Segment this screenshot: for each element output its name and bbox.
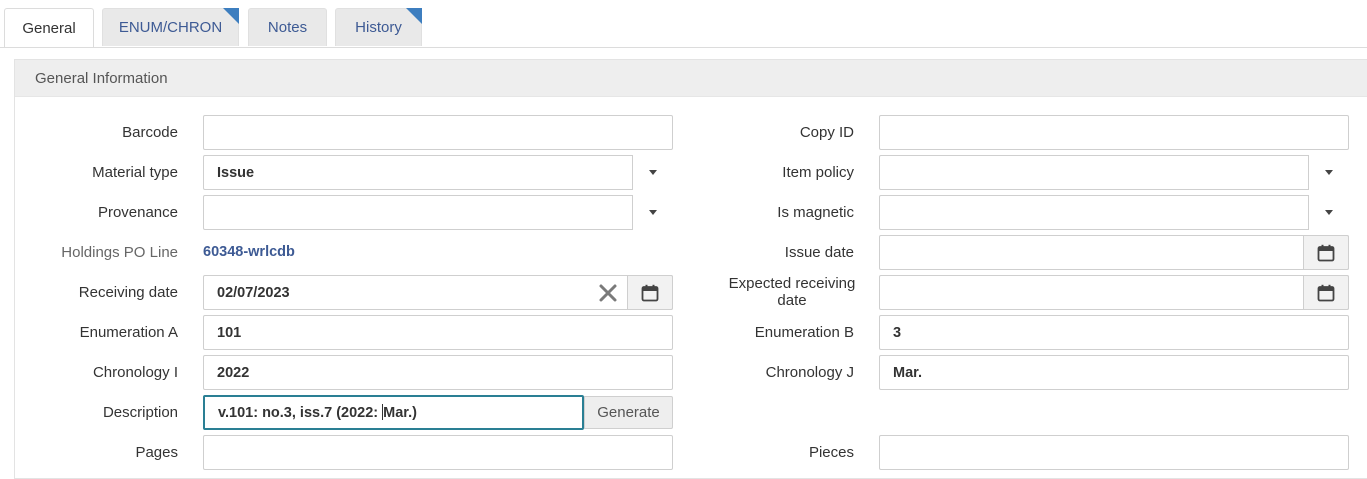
chronology-j-value: Mar.	[893, 364, 923, 381]
description-value: v.101: no.3, iss.7 (2022: Mar.)	[218, 403, 582, 422]
chronology-j-field[interactable]: Mar.	[879, 355, 1349, 390]
enumeration-b-label: Enumeration B	[754, 324, 854, 341]
item-policy-select[interactable]	[879, 155, 1349, 190]
enumeration-b-value: 3	[893, 324, 902, 341]
section-header: General Information	[15, 60, 1367, 97]
tab-history-label: History	[355, 19, 402, 36]
calendar-icon	[1317, 284, 1335, 301]
copy-id-label: Copy ID	[799, 124, 854, 141]
receiving-date-label: Receiving date	[78, 284, 178, 301]
issue-date-calendar-button[interactable]	[1303, 235, 1349, 270]
pieces-label: Pieces	[808, 444, 854, 461]
tab-marker-icon	[406, 8, 422, 24]
item-policy-dropdown-button[interactable]	[1308, 155, 1349, 190]
clear-x-icon[interactable]	[598, 283, 618, 303]
enumeration-b-field[interactable]: 3	[879, 315, 1349, 350]
caret-down-icon	[1325, 210, 1333, 215]
expected-receiving-date-label-line2: date	[777, 292, 807, 309]
expected-receiving-date-label: Expected receiving date	[700, 276, 884, 309]
chronology-j-label: Chronology J	[765, 364, 854, 381]
is-magnetic-select[interactable]	[879, 195, 1349, 230]
description-field[interactable]: v.101: no.3, iss.7 (2022: Mar.)	[203, 395, 584, 430]
calendar-icon	[1317, 244, 1335, 261]
expected-receiving-date-field[interactable]	[879, 275, 1349, 310]
receiving-date-field[interactable]: 02/07/2023	[203, 275, 673, 310]
is-magnetic-dropdown-button[interactable]	[1308, 195, 1349, 230]
issue-date-label: Issue date	[784, 244, 854, 261]
tab-marker-icon	[223, 8, 239, 24]
copy-id-field[interactable]	[879, 115, 1349, 150]
section-title: General Information	[35, 69, 168, 87]
is-magnetic-label: Is magnetic	[777, 204, 854, 221]
caret-down-icon	[1325, 170, 1333, 175]
description-value-after-cursor: Mar.)	[383, 404, 417, 421]
generate-button[interactable]: Generate	[584, 396, 673, 429]
expected-receiving-date-label-line1: Expected receiving	[728, 275, 856, 292]
pieces-field[interactable]	[879, 435, 1349, 470]
tab-general-label: General	[22, 19, 76, 37]
calendar-icon	[641, 284, 659, 301]
tab-enum-chron-label: ENUM/CHRON	[118, 19, 223, 36]
tab-enum-chron[interactable]: ENUM/CHRON	[102, 8, 239, 46]
tab-history[interactable]: History	[335, 8, 422, 46]
description-value-before-cursor: v.101: no.3, iss.7 (2022:	[218, 404, 383, 421]
receiving-date-calendar-button[interactable]	[627, 275, 673, 310]
issue-date-field[interactable]	[879, 235, 1349, 270]
tab-notes-label: Notes	[267, 19, 308, 36]
tab-notes[interactable]: Notes	[248, 8, 327, 46]
tab-bar: General ENUM/CHRON Notes History	[0, 0, 1367, 48]
description-label: Description	[102, 404, 178, 421]
tab-general[interactable]: General	[4, 8, 94, 47]
expected-receiving-date-calendar-button[interactable]	[1303, 275, 1349, 310]
item-policy-label: Item policy	[782, 164, 854, 181]
